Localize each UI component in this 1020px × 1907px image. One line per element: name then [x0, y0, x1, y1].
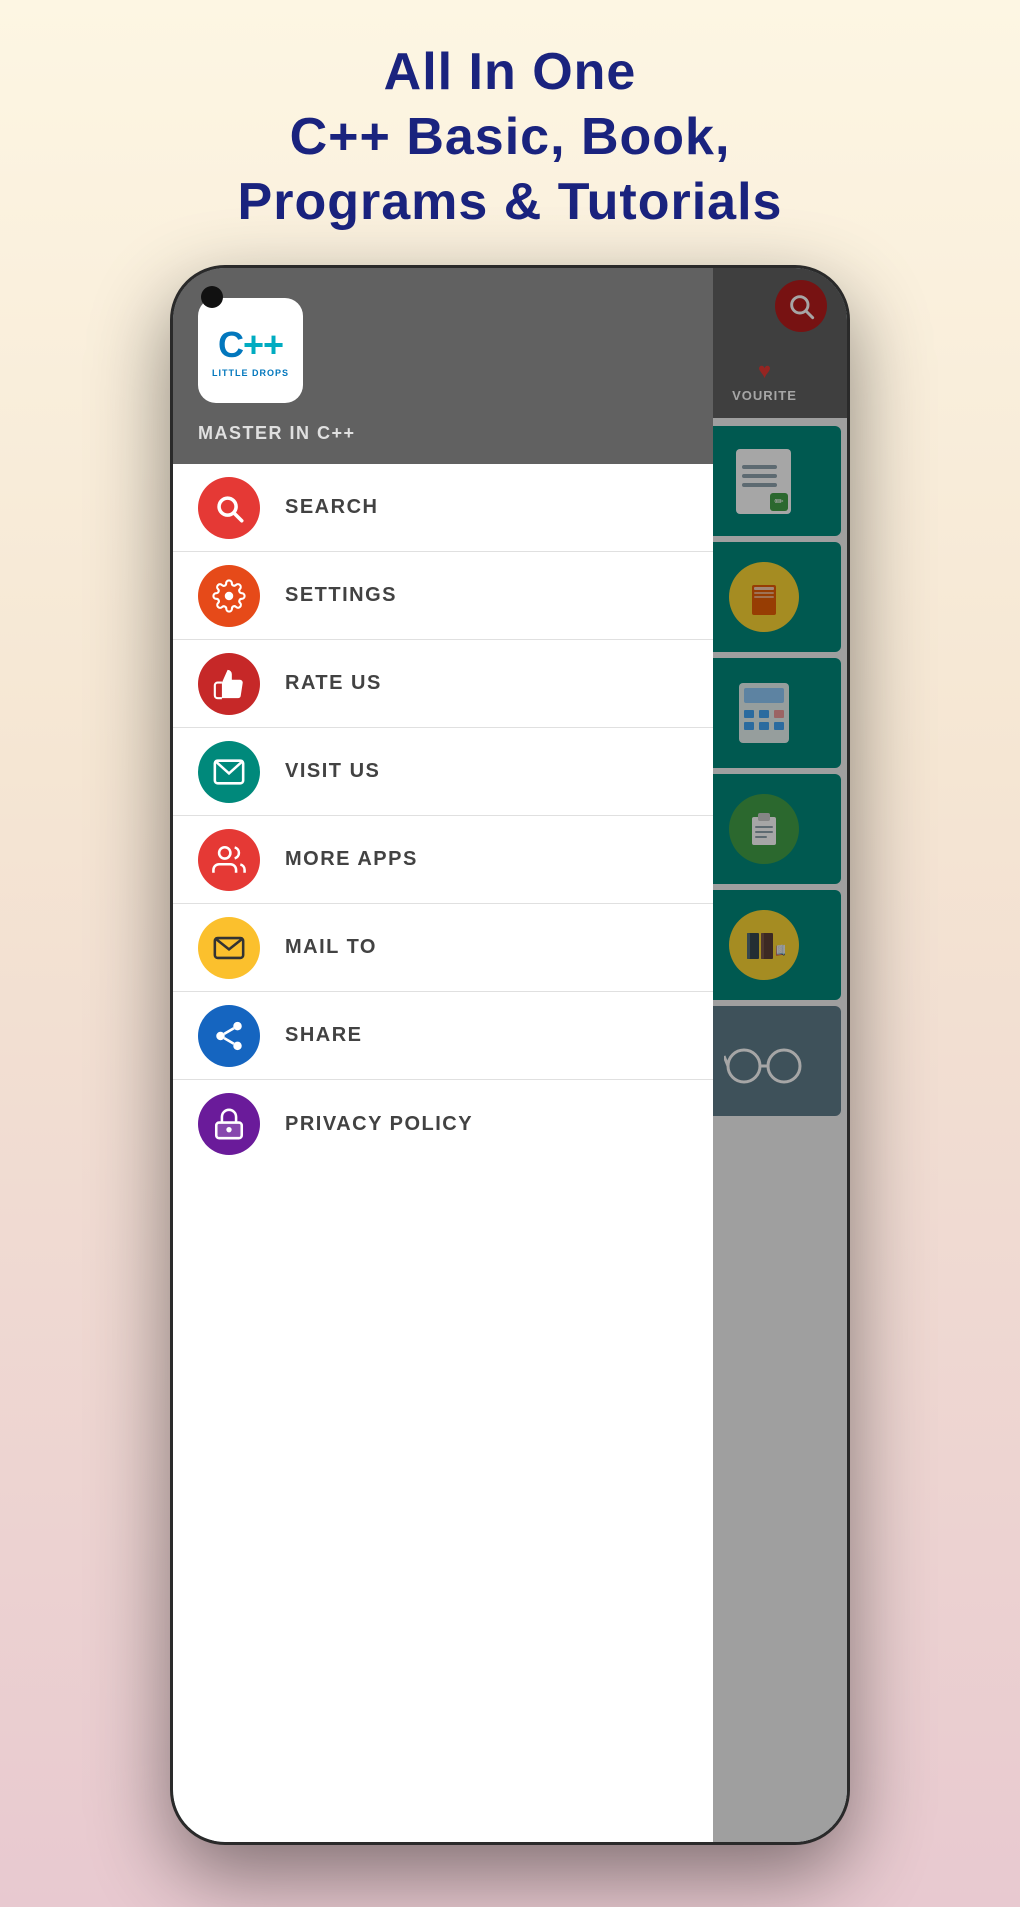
settings-menu-label: SETTINGS: [285, 584, 397, 607]
nav-drawer: C++ LITTLE DROPS MASTER IN C++: [173, 268, 713, 1842]
rate-us-menu-icon: [198, 653, 260, 715]
power-button[interactable]: [847, 548, 850, 618]
settings-menu-icon: [198, 565, 260, 627]
drawer-item-mail-to[interactable]: MAIL TO: [173, 904, 713, 992]
camera-punch-hole: [201, 286, 223, 308]
search-menu-label: SEARCH: [285, 496, 378, 519]
privacy-policy-menu-label: PRIVACY POLICY: [285, 1113, 473, 1136]
share-menu-icon: [198, 1005, 260, 1067]
visit-us-menu-label: VISIT US: [285, 760, 380, 783]
share-menu-label: SHARE: [285, 1024, 363, 1047]
search-menu-icon: [198, 477, 260, 539]
drawer-item-privacy-policy[interactable]: PRIVACY POLICY: [173, 1080, 713, 1168]
drawer-item-search[interactable]: SEARCH: [173, 464, 713, 552]
logo-subtitle: LITTLE DROPS: [212, 368, 289, 378]
mail-to-menu-icon: [198, 917, 260, 979]
phone-screen: ♥ VOURITE ✏: [173, 268, 847, 1842]
drawer-scrim[interactable]: [713, 268, 847, 1842]
mail-to-menu-label: MAIL TO: [285, 936, 377, 959]
app-logo: C++ LITTLE DROPS: [198, 298, 303, 403]
more-apps-menu-icon: [198, 829, 260, 891]
drawer-app-name: MASTER IN C++: [198, 423, 688, 444]
drawer-item-share[interactable]: SHARE: [173, 992, 713, 1080]
drawer-item-more-apps[interactable]: MORE APPS: [173, 816, 713, 904]
logo-cpp-text: C++: [218, 324, 283, 366]
app-background: ♥ VOURITE ✏: [173, 268, 847, 1842]
more-apps-menu-label: MORE APPS: [285, 848, 418, 871]
drawer-item-visit-us[interactable]: VISIT US: [173, 728, 713, 816]
page-title: All In One C++ Basic, Book, Programs & T…: [178, 0, 843, 265]
drawer-header: C++ LITTLE DROPS MASTER IN C++: [173, 268, 713, 464]
rate-us-menu-label: RATE US: [285, 672, 382, 695]
privacy-policy-menu-icon: [198, 1093, 260, 1155]
drawer-body: SEARCH SETTINGS: [173, 464, 713, 1842]
visit-us-menu-icon: [198, 741, 260, 803]
phone-frame: ♥ VOURITE ✏: [170, 265, 850, 1845]
drawer-item-rate-us[interactable]: RATE US: [173, 640, 713, 728]
drawer-item-settings[interactable]: SETTINGS: [173, 552, 713, 640]
